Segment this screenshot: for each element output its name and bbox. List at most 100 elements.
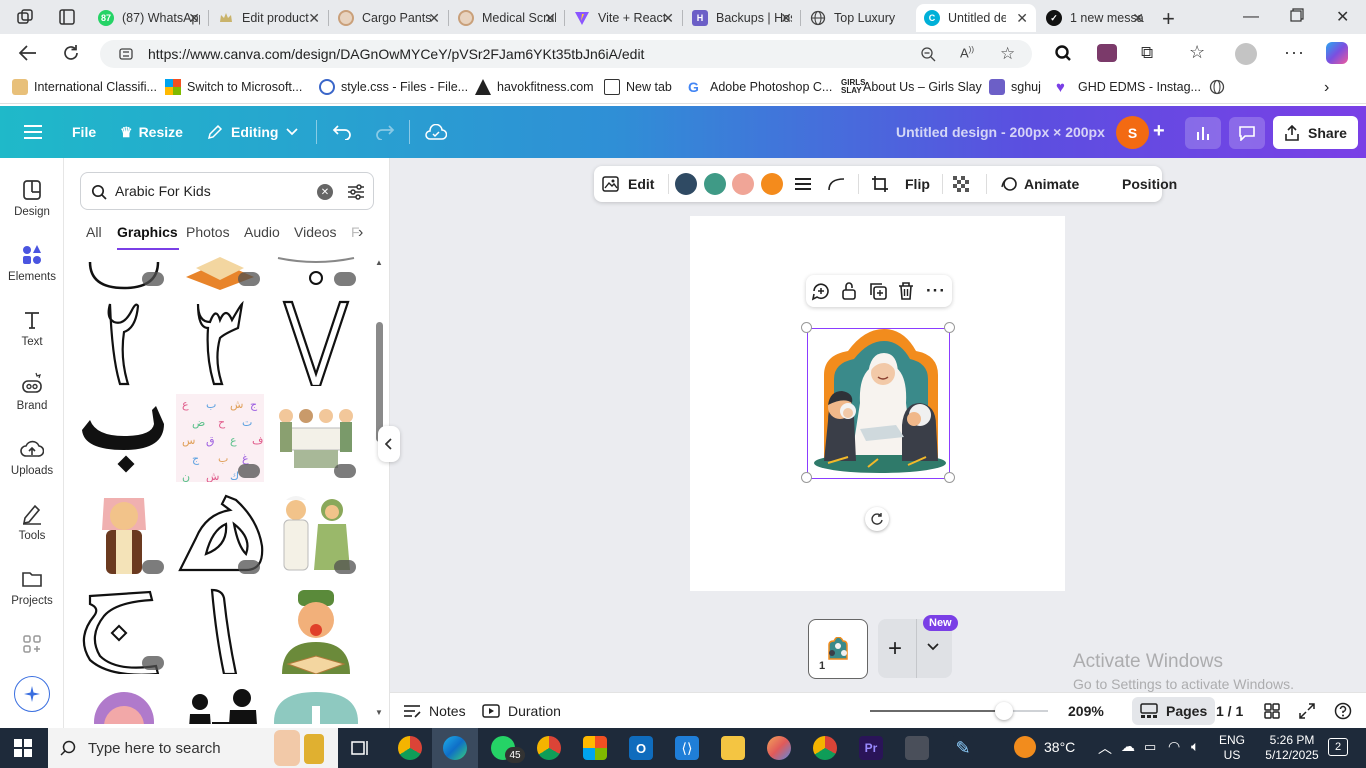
edit-image-button[interactable]: Edit: [602, 166, 654, 202]
rail-tools[interactable]: Tools: [0, 502, 64, 542]
workspaces-icon[interactable]: [16, 8, 34, 26]
animate-button[interactable]: Animate: [1000, 166, 1079, 202]
duplicate-icon[interactable]: [868, 281, 888, 301]
zoom-slider-track[interactable]: [870, 702, 1048, 720]
rail-projects[interactable]: Projects: [0, 567, 64, 607]
file-menu-button[interactable]: File: [72, 106, 96, 158]
tab-cargo-pants[interactable]: Cargo Pants ✕: [330, 4, 448, 32]
close-tab-icon[interactable]: ✕: [188, 10, 200, 27]
collapse-panel-button[interactable]: [378, 426, 400, 462]
search-extension-icon[interactable]: [1054, 44, 1072, 62]
bookmark-item[interactable]: GIRLS SLAY About Us – Girls Slay: [841, 79, 982, 95]
add-page-chevron-icon[interactable]: [927, 643, 939, 651]
task-view-icon[interactable]: [350, 738, 370, 758]
clock[interactable]: 5:26 PM 5/12/2025: [1262, 733, 1322, 763]
border-style-button[interactable]: [794, 166, 812, 202]
bookmark-item[interactable]: ♥ GHD EDMS - Instag...: [1056, 79, 1201, 96]
graphic-arabic-letter-outline[interactable]: [272, 254, 360, 290]
volume-icon[interactable]: 🔈︎: [1191, 738, 1199, 755]
panel-scrollbar[interactable]: ▲ ▼: [375, 258, 383, 717]
cloud-saved-icon[interactable]: [425, 106, 447, 158]
site-info-icon[interactable]: [118, 46, 134, 62]
comments-button[interactable]: [1229, 117, 1265, 149]
grid-view-icon[interactable]: [1264, 693, 1280, 729]
graphic-alphabet-pattern[interactable]: عبشجضحتسقعفجبغنشك: [176, 394, 264, 482]
paint-icon[interactable]: [767, 736, 791, 760]
close-tab-icon[interactable]: ✕: [662, 10, 674, 27]
battery-icon[interactable]: ▭: [1144, 739, 1156, 755]
tab-untitled-design[interactable]: C Untitled design ✕: [916, 4, 1036, 32]
url-field[interactable]: https://www.canva.com/design/DAGnOwMYCeY…: [100, 40, 1032, 68]
profile-avatar[interactable]: [1235, 43, 1257, 65]
read-aloud-icon[interactable]: A)): [960, 45, 974, 60]
close-tab-icon[interactable]: ✕: [544, 10, 556, 27]
file-explorer-icon[interactable]: [721, 736, 745, 760]
graphic-arabic-letter-haa[interactable]: [176, 490, 264, 578]
share-button[interactable]: Share: [1273, 116, 1358, 149]
pen-app-icon[interactable]: ✎: [951, 736, 975, 760]
rotate-handle[interactable]: [865, 507, 889, 531]
resize-handle[interactable]: [801, 472, 812, 483]
wifi-icon[interactable]: ◠: [1168, 738, 1180, 755]
vscode-icon[interactable]: ⟨⟩: [675, 736, 699, 760]
color-swatch[interactable]: [732, 173, 754, 195]
menu-icon[interactable]: [24, 106, 42, 158]
weather-icon[interactable]: [1014, 736, 1036, 758]
help-icon[interactable]: [1334, 693, 1352, 729]
cloud-icon[interactable]: ☁: [1121, 738, 1135, 755]
tab-videos[interactable]: Videos: [294, 224, 337, 240]
search-input[interactable]: Arabic For Kids ✕: [80, 172, 374, 210]
extensions-puzzle-icon[interactable]: ⧉: [1141, 43, 1153, 63]
resize-handle[interactable]: [944, 322, 955, 333]
bookmark-item[interactable]: havokfitness.com: [475, 79, 594, 95]
fullscreen-icon[interactable]: [1299, 693, 1315, 729]
page-thumbnail[interactable]: 1: [808, 619, 868, 679]
redo-icon[interactable]: [375, 106, 395, 158]
refresh-icon[interactable]: [62, 44, 80, 62]
tab-whatsapp[interactable]: 87 (87) WhatsApp ✕: [90, 4, 208, 32]
flip-button[interactable]: Flip: [905, 166, 930, 202]
close-tab-icon[interactable]: ✕: [308, 10, 320, 27]
graphic-kids-holding-banner[interactable]: [272, 394, 360, 482]
bookmark-item[interactable]: G Adobe Photoshop C...: [688, 79, 832, 95]
color-swatch[interactable]: [761, 173, 783, 195]
rail-elements[interactable]: Elements: [0, 243, 64, 283]
close-tab-icon[interactable]: ✕: [1016, 10, 1028, 27]
graphic-quran-book[interactable]: [176, 254, 264, 290]
magic-assistant-button[interactable]: [14, 676, 50, 712]
color-swatch[interactable]: [704, 173, 726, 195]
bookmark-item[interactable]: style.css - Files - File...: [319, 79, 468, 95]
transparency-button[interactable]: [952, 166, 970, 202]
resize-handle[interactable]: [944, 472, 955, 483]
position-button[interactable]: Position: [1122, 166, 1177, 202]
design-title[interactable]: Untitled design - 200px × 200px: [896, 106, 1105, 158]
rail-apps[interactable]: [0, 632, 64, 660]
corner-rounding-button[interactable]: [828, 166, 846, 202]
zoom-level[interactable]: 209%: [1068, 693, 1104, 729]
notes-button[interactable]: Notes: [403, 693, 466, 729]
weather-temp[interactable]: 38°C: [1044, 739, 1075, 755]
tab-new-message[interactable]: ✓ 1 new message ✕: [1038, 4, 1152, 32]
graphic-crying-girl[interactable]: [80, 682, 168, 724]
show-hidden-icons-chevron[interactable]: ︿: [1098, 738, 1112, 758]
chrome-icon[interactable]: [398, 736, 422, 760]
tab-graphics[interactable]: Graphics: [117, 224, 178, 240]
restore-button[interactable]: [1290, 8, 1304, 22]
zoom-icon[interactable]: [920, 46, 936, 62]
tab-all[interactable]: All: [86, 224, 102, 240]
chrome-icon[interactable]: [537, 736, 561, 760]
tab-actions-icon[interactable]: [58, 8, 76, 26]
edge-icon[interactable]: [443, 736, 467, 760]
invite-plus-button[interactable]: +: [1153, 120, 1165, 143]
crop-button[interactable]: [871, 166, 889, 202]
chrome-icon[interactable]: [813, 736, 837, 760]
tabs-scroll-chevron-icon[interactable]: ›: [358, 224, 363, 242]
user-avatar[interactable]: S: [1116, 116, 1149, 149]
copilot-icon[interactable]: [1326, 42, 1348, 64]
outlook-icon[interactable]: O: [629, 736, 653, 760]
language-indicator[interactable]: ENG US: [1219, 733, 1245, 763]
minimize-button[interactable]: —: [1243, 8, 1259, 26]
graphic-arabic-numeral-seven[interactable]: [272, 298, 360, 386]
color-swatch[interactable]: [675, 173, 697, 195]
graphic-silhouettes[interactable]: [176, 682, 264, 724]
